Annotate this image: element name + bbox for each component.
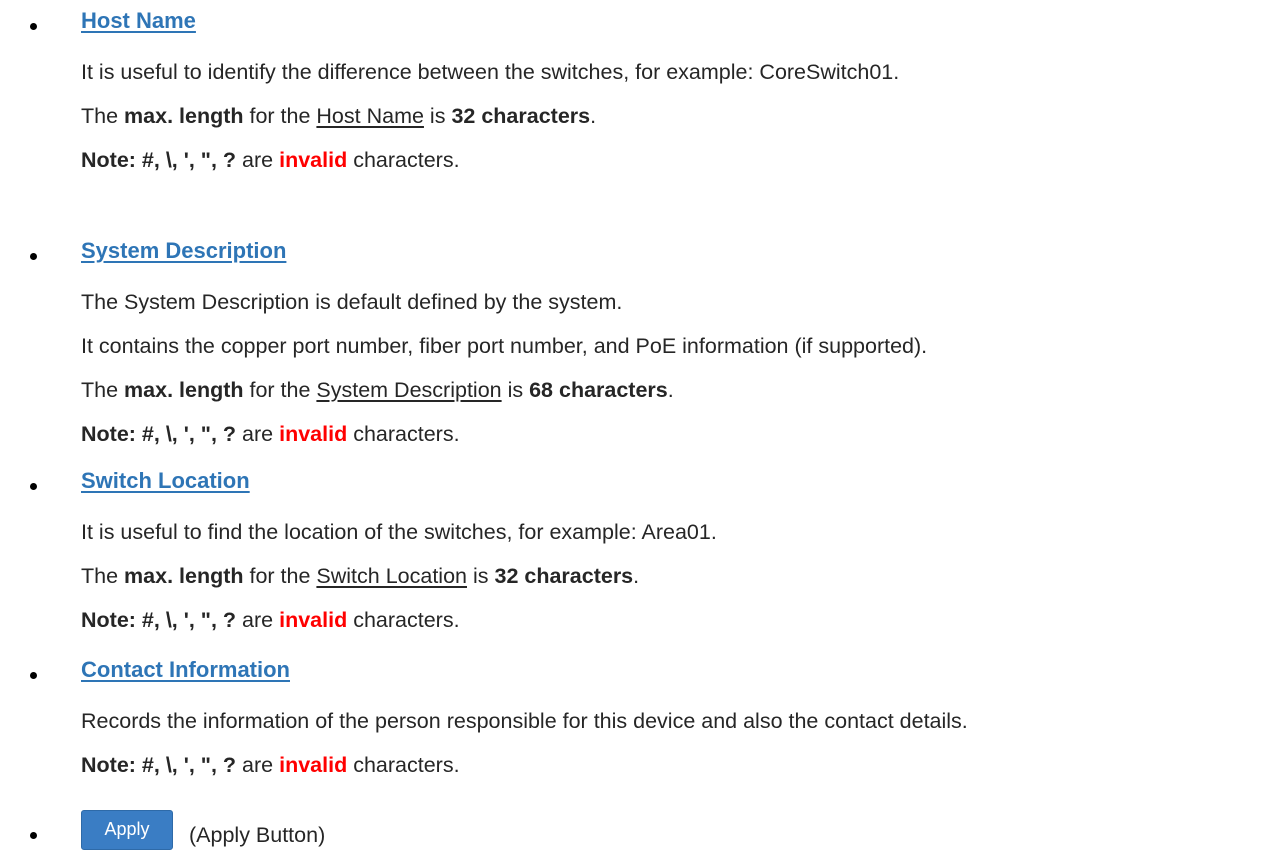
switch-location-note: Note: #, \, ', ", ? are invalid characte…	[81, 608, 460, 632]
contact-information-note: Note: #, \, ', ", ? are invalid characte…	[81, 753, 460, 777]
contact-information-link[interactable]: Contact Information	[81, 659, 290, 681]
document: Host Name It is useful to identify the d…	[0, 0, 1274, 867]
system-description-note: Note: #, \, ', ", ? are invalid characte…	[81, 422, 460, 446]
system-description-max-length: The max. length for the System Descripti…	[81, 378, 674, 402]
bullet-icon	[30, 483, 37, 490]
host-name-note: Note: #, \, ', ", ? are invalid characte…	[81, 148, 460, 172]
switch-location-link[interactable]: Switch Location	[81, 470, 250, 492]
bullet-icon	[30, 672, 37, 679]
contact-information-description: Records the information of the person re…	[81, 709, 968, 733]
system-description-text: The System Description is default define…	[81, 290, 623, 314]
bullet-icon	[30, 253, 37, 260]
switch-location-description: It is useful to find the location of the…	[81, 520, 717, 544]
apply-button[interactable]: Apply	[81, 810, 173, 850]
section-apply: Apply (Apply Button)	[0, 810, 1274, 854]
bullet-icon	[30, 23, 37, 30]
system-description-link[interactable]: System Description	[81, 240, 286, 262]
apply-button-description: (Apply Button)	[189, 823, 326, 847]
host-name-description: It is useful to identify the difference …	[81, 60, 900, 84]
switch-location-max-length: The max. length for the Switch Location …	[81, 564, 640, 588]
host-name-link[interactable]: Host Name	[81, 10, 196, 32]
system-description-text: It contains the copper port number, fibe…	[81, 334, 928, 358]
bullet-icon	[30, 832, 37, 839]
host-name-max-length: The max. length for the Host Name is 32 …	[81, 104, 597, 128]
